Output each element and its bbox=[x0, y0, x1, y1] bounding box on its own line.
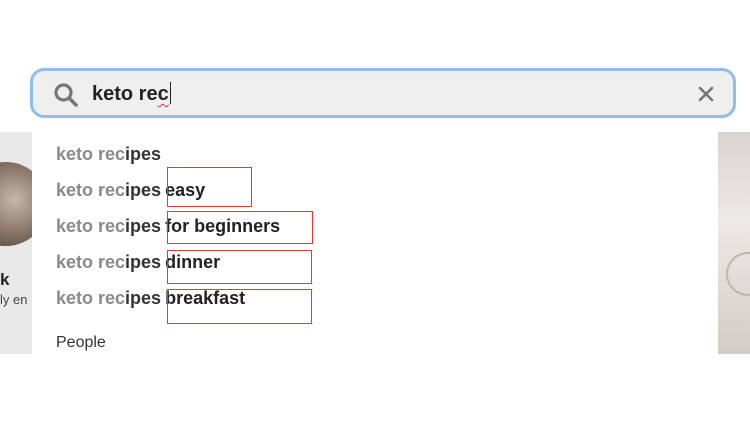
suggestion-typed-prefix: keto rec bbox=[56, 215, 126, 236]
search-input[interactable]: keto rec bbox=[92, 82, 171, 106]
suggestion-typed-prefix: keto rec bbox=[56, 143, 126, 164]
suggestion-completion: ipes bbox=[125, 287, 162, 308]
search-typed-text: keto re bbox=[92, 83, 158, 105]
search-suggestions-dropdown: keto rec ipes keto rec ipes easy keto rec ip… bbox=[32, 122, 718, 354]
suggestion-modifier: breakfast bbox=[165, 287, 246, 308]
people-section-heading: People bbox=[56, 334, 106, 351]
suggestion-modifier: dinner bbox=[165, 251, 221, 272]
suggestion-completion: ipes bbox=[125, 179, 162, 200]
search-icon bbox=[54, 83, 78, 107]
pin-image-decoration bbox=[726, 252, 750, 296]
profile-subtitle-fragment: ly en bbox=[0, 292, 28, 307]
screenshot-stage: k ly en keto rec keto rec ipes keto rec ip… bbox=[0, 0, 750, 422]
suggestion-item[interactable]: keto rec ipes dinner bbox=[56, 248, 220, 276]
search-bar[interactable]: keto rec bbox=[30, 68, 736, 118]
suggestion-item[interactable]: keto rec ipes for beginners bbox=[56, 212, 280, 240]
background-pin-image[interactable] bbox=[718, 132, 750, 354]
profile-name-fragment: k bbox=[0, 270, 10, 289]
suggestion-typed-prefix: keto rec bbox=[56, 287, 126, 308]
suggestion-modifier: easy bbox=[165, 179, 206, 200]
close-icon[interactable] bbox=[697, 85, 715, 103]
suggestion-item[interactable]: keto rec ipes easy bbox=[56, 176, 205, 204]
suggestion-modifier: for beginners bbox=[165, 215, 281, 236]
suggestion-typed-prefix: keto rec bbox=[56, 179, 126, 200]
suggestion-completion: ipes bbox=[125, 143, 162, 164]
search-typed-misspelled: c bbox=[157, 83, 169, 105]
suggestion-completion: ipes bbox=[125, 215, 162, 236]
suggestion-item[interactable]: keto rec ipes bbox=[56, 140, 161, 168]
text-caret bbox=[169, 82, 171, 104]
suggestion-typed-prefix: keto rec bbox=[56, 251, 126, 272]
suggestion-completion: ipes bbox=[125, 251, 162, 272]
suggestion-item[interactable]: keto rec ipes breakfast bbox=[56, 284, 245, 312]
